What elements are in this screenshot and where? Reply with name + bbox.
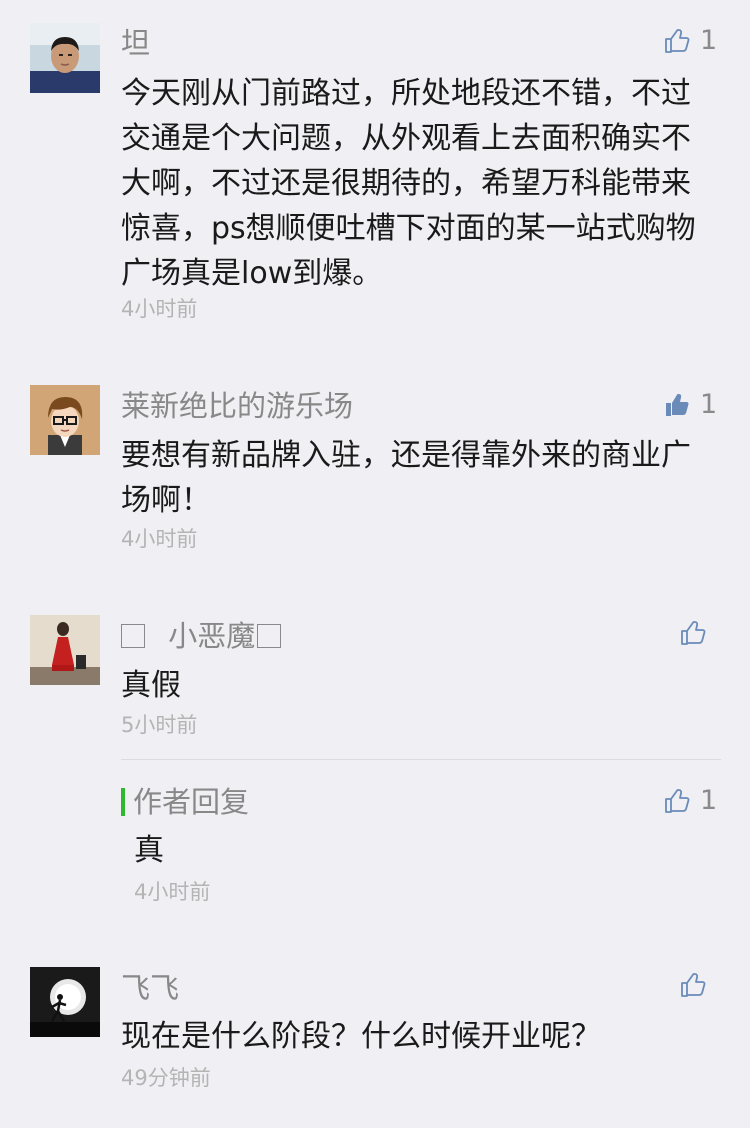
comment-author[interactable]: 坦 [121,25,150,61]
thumbs-up-icon [681,621,706,645]
comment-time: 4小时前 [121,527,198,551]
comment-text: 真假 [121,668,181,703]
avatar[interactable] [30,23,100,93]
avatar[interactable] [30,615,100,685]
thumbs-up-icon [681,973,706,997]
thumbs-up-icon [665,789,690,813]
like-button[interactable]: 1 [664,26,717,56]
reply-time: 4小时前 [134,880,211,904]
unsupported-emoji-box [121,624,145,648]
avatar[interactable] [30,385,100,455]
reply-like-button[interactable]: 1 [664,786,717,816]
like-button[interactable] [680,972,706,998]
unsupported-emoji-box [257,624,282,648]
comment-author[interactable]: 小恶魔 [121,618,282,654]
like-count: 1 [700,25,718,56]
comment-author[interactable]: 莱新绝比的游乐场 [121,388,353,424]
comment-author[interactable]: 飞飞 [121,970,179,1006]
comment-time: 4小时前 [121,297,198,321]
reply-divider [121,759,721,760]
thumbs-up-filled-icon [666,394,689,416]
comment-text: 现在是什么阶段？什么时候开业呢？ [121,1019,601,1054]
like-button[interactable] [680,620,706,646]
comment-time: 49分钟前 [121,1066,211,1090]
reply-text: 真 [134,833,164,868]
like-count: 1 [700,785,718,816]
reply-label: 作者回复 [133,785,250,819]
comment-text: 要想有新品牌入驻，还是得靠外来的商业广场啊！ [121,438,691,518]
comment-time: 5小时前 [121,713,198,737]
like-count: 1 [700,389,718,420]
comment-text: 今天刚从门前路过，所处地段还不错，不过交通是个大问题，从外观看上去面积确实不大啊… [121,76,696,291]
reply-accent-bar [121,788,125,816]
like-button[interactable]: 1 [664,390,717,420]
thumbs-up-icon [665,29,690,53]
avatar[interactable] [30,967,100,1037]
